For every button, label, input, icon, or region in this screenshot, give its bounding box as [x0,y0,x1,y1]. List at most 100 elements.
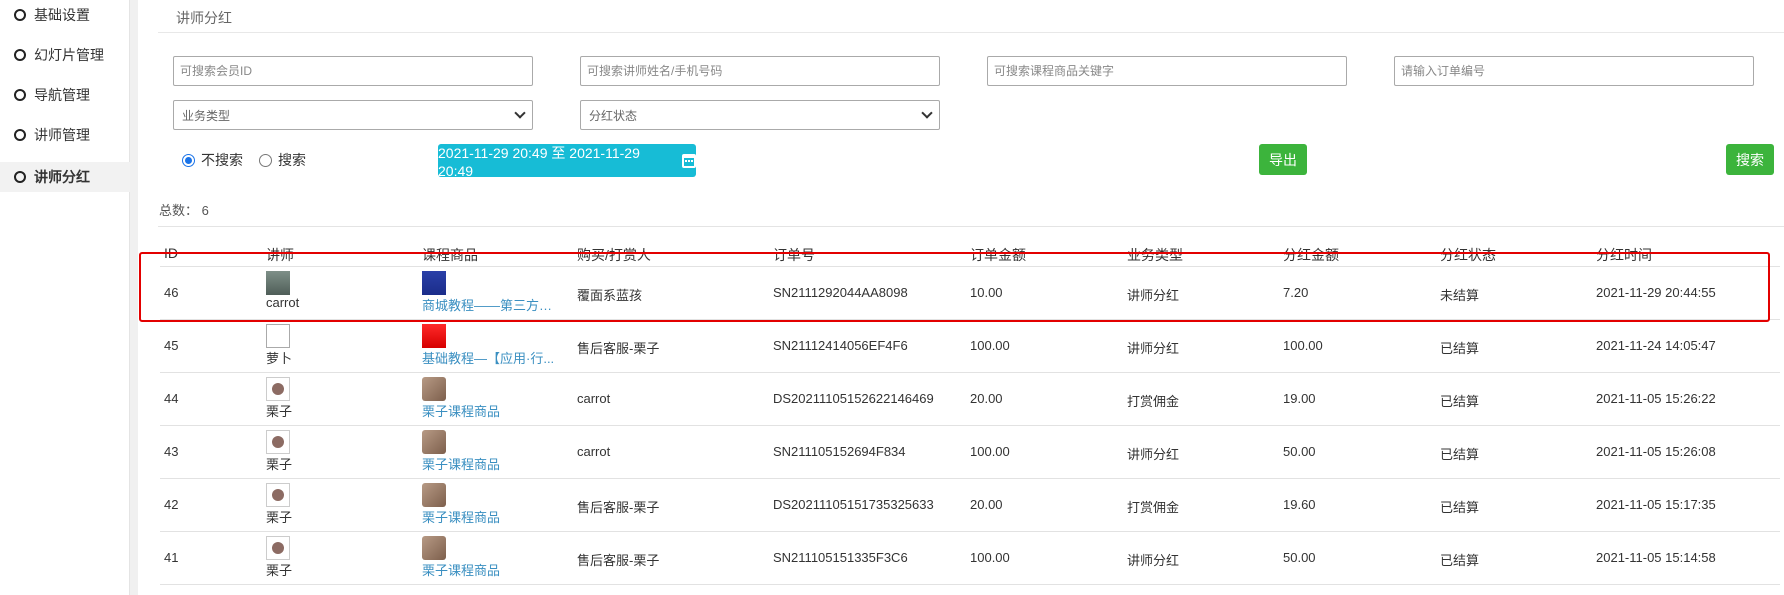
avatar [266,430,290,454]
cell-id: 45 [164,338,179,353]
sidebar-item-slides[interactable]: 幻灯片管理 [0,40,130,70]
cell-order: SN211105152694F834 [773,444,906,459]
radio-search-label: 搜索 [278,152,306,168]
export-button[interactable]: 导出 [1259,144,1307,175]
product-thumbnail [422,483,446,507]
radio-no-search[interactable] [182,153,195,167]
radio-no-search-label: 不搜索 [201,152,243,168]
cell-dividend: 19.00 [1283,391,1316,406]
avatar [266,483,290,507]
product-link[interactable]: 栗子课程商品 [422,507,500,526]
sidebar-item-label: 讲师管理 [34,127,90,143]
column-header: 订单金额 [970,247,1026,263]
dividend-status-select[interactable]: 分红状态 [580,100,940,130]
sidebar-item-label: 导航管理 [34,87,90,103]
cell-buyer: 售后客服-栗子 [577,553,660,568]
business-type-select[interactable]: 业务类型 [173,100,533,130]
cell-buyer: carrot [577,391,611,406]
product-link[interactable]: 基础教程—【应用·行... [422,348,554,367]
table-row: 45 萝卜 基础教程—【应用·行... 售后客服-栗子 SN2111241405… [160,320,1780,373]
sidebar-item-basic-settings[interactable]: 基础设置 [0,0,130,30]
product-search-input[interactable] [987,56,1347,86]
table-row: 42 栗子 栗子课程商品 售后客服-栗子 DS20211105151735325… [160,479,1780,532]
cell-status: 已结算 [1440,553,1480,568]
radio-search[interactable] [259,153,272,167]
product-thumbnail [422,430,446,454]
search-mode-radio-group: 不搜索 搜索 [182,150,322,170]
product-cell: 栗子课程商品 [422,430,500,473]
chevron-down-icon [514,107,526,119]
circle-icon [14,171,26,183]
cell-order: SN211105151335F3C6 [773,550,908,565]
teacher-cell: 栗子 [266,536,292,579]
table-header: ID 讲师 课程商品 购买/打赏人 订单号 订单金额 业务类型 分红金额 分红状… [160,240,1780,267]
cell-dividend: 50.00 [1283,550,1316,565]
teacher-name: 栗子 [266,563,293,578]
avatar [266,377,290,401]
teacher-cell: 栗子 [266,430,292,473]
cell-status: 已结算 [1440,341,1480,356]
dividend-status-value: 分红状态 [589,108,638,123]
product-thumbnail [422,536,446,560]
table-row: 46 carrot 商城教程——第三方配... 覆面系蓝孩 SN21112920… [160,267,1780,320]
cell-type: 讲师分红 [1127,341,1180,356]
product-thumbnail [422,377,446,401]
calendar-icon [682,153,696,168]
cell-order: SN21112414056EF4F6 [773,338,908,353]
cell-time: 2021-11-05 15:17:35 [1596,497,1716,512]
cell-order: DS20211105151735325633 [773,497,934,512]
product-cell: 商城教程——第三方配... [422,271,562,314]
cell-status: 已结算 [1440,394,1480,409]
sidebar-item-label: 讲师分红 [34,169,90,185]
sidebar-item-navigation[interactable]: 导航管理 [0,80,130,110]
main-panel: 讲师分红 业务类型 分红状态 不搜索 搜索 2021-11-29 20:49 至… [138,0,1784,595]
product-link[interactable]: 栗子课程商品 [422,454,500,473]
teacher-cell: 栗子 [266,377,292,420]
product-thumbnail [422,271,446,295]
cell-amount: 20.00 [970,391,1003,406]
table-row: 41 栗子 栗子课程商品 售后客服-栗子 SN211105151335F3C6 … [160,532,1780,585]
column-header: 业务类型 [1127,247,1183,263]
product-link[interactable]: 栗子课程商品 [422,401,500,420]
product-cell: 栗子课程商品 [422,536,500,579]
product-cell: 栗子课程商品 [422,377,500,420]
cell-id: 46 [164,285,179,300]
table-row: 44 栗子 栗子课程商品 carrot DS202111051526221464… [160,373,1780,426]
product-cell: 基础教程—【应用·行... [422,324,554,367]
sidebar-item-label: 幻灯片管理 [34,47,104,63]
cell-buyer: carrot [577,444,611,459]
teacher-cell: 栗子 [266,483,292,526]
cell-status: 未结算 [1440,288,1480,303]
cell-status: 已结算 [1440,500,1480,515]
cell-type: 打赏佣金 [1127,394,1180,409]
cell-dividend: 100.00 [1283,338,1323,353]
cell-order: DS20211105152622146469 [773,391,934,406]
cell-time: 2021-11-05 15:26:22 [1596,391,1716,406]
column-header: 购买/打赏人 [577,247,651,263]
cell-dividend: 19.60 [1283,497,1316,512]
teacher-search-input[interactable] [580,56,940,86]
column-header: 讲师 [266,247,294,263]
product-link[interactable]: 栗子课程商品 [422,560,500,579]
product-cell: 栗子课程商品 [422,483,500,526]
cell-dividend: 7.20 [1283,285,1309,300]
cell-buyer: 售后客服-栗子 [577,341,660,356]
broken-image-icon [266,324,290,348]
sidebar-item-teacher-dividend[interactable]: 讲师分红 [0,162,130,192]
search-button[interactable]: 搜索 [1726,144,1774,175]
sidebar-item-teachers[interactable]: 讲师管理 [0,120,130,150]
cell-id: 42 [164,497,179,512]
circle-icon [14,49,26,61]
teacher-name: 栗子 [266,510,293,525]
cell-amount: 20.00 [970,497,1003,512]
column-header: 课程商品 [422,247,478,263]
product-link[interactable]: 商城教程——第三方配... [422,295,562,314]
date-range-picker[interactable]: 2021-11-29 20:49 至 2021-11-29 20:49 [438,144,696,179]
cell-amount: 100.00 [970,444,1010,459]
order-number-input[interactable] [1394,56,1754,86]
cell-type: 打赏佣金 [1127,500,1180,515]
teacher-name: 萝卜 [266,351,293,366]
member-id-search-input[interactable] [173,56,533,86]
cell-type: 讲师分红 [1127,288,1180,303]
sidebar: 基础设置 幻灯片管理 导航管理 讲师管理 讲师分红 [0,0,130,595]
